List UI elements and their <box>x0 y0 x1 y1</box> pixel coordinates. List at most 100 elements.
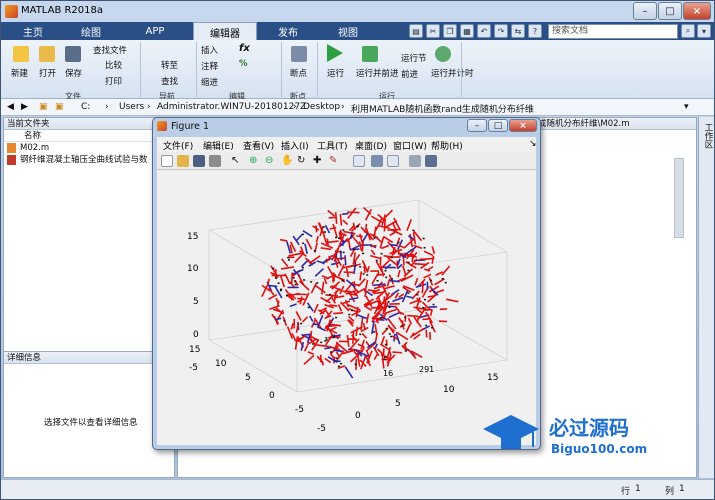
show-plot-tools-icon[interactable] <box>425 155 437 167</box>
zoom-out-icon[interactable]: ⊖ <box>265 155 277 167</box>
zoom-in-icon[interactable]: ⊕ <box>249 155 261 167</box>
select-arrow-icon[interactable]: ↖ <box>231 155 243 167</box>
find-files-button[interactable]: 查找文件 <box>93 44 127 56</box>
list-item[interactable]: M02.m <box>4 142 174 154</box>
redo-quick-icon[interactable]: ↷ <box>494 24 508 38</box>
fiber-segment <box>322 234 328 245</box>
menu-help[interactable]: 帮助(H) <box>431 139 463 152</box>
list-item[interactable]: 钢纤维混凝土轴压全曲线试验与数 <box>4 154 174 166</box>
copy-quick-icon[interactable]: ❐ <box>443 24 457 38</box>
menu-edit[interactable]: 编辑(E) <box>203 139 234 152</box>
print-button[interactable]: 打印 <box>105 75 122 87</box>
fiber-segment <box>397 258 401 266</box>
browse-folder-icon[interactable]: ▣ <box>55 102 64 112</box>
switch-window-icon[interactable]: ⇆ <box>511 24 525 38</box>
fiber-label-mark <box>388 306 391 308</box>
fiber-segment <box>407 314 418 318</box>
save-figure-icon[interactable] <box>193 155 205 167</box>
brush-icon[interactable]: ✎ <box>329 155 341 167</box>
tab-plots[interactable]: 绘图 <box>67 22 115 40</box>
hide-plot-tools-icon[interactable] <box>409 155 421 167</box>
y-tick-label: 15 <box>189 345 200 355</box>
matlab-logo-icon <box>5 5 18 18</box>
tab-view[interactable]: 视图 <box>323 22 373 40</box>
run-button[interactable]: 运行 <box>327 67 344 79</box>
indent-button[interactable]: 缩进 <box>201 76 218 88</box>
tab-publish[interactable]: 发布 <box>263 22 313 40</box>
percent-comment-icon[interactable]: % <box>239 59 248 69</box>
menu-dock-icon[interactable]: ↘ <box>529 139 537 149</box>
breakpoints-button[interactable]: 断点 <box>290 67 307 79</box>
comment-button[interactable]: 注释 <box>201 60 218 72</box>
open-button[interactable]: 打开 <box>39 67 56 79</box>
advance-button[interactable]: 前进 <box>401 68 418 80</box>
figure-maximize-button[interactable]: □ <box>488 119 508 132</box>
rotate-3d-icon[interactable]: ↻ <box>297 155 309 167</box>
workspace-label[interactable]: 工作区 <box>702 123 714 149</box>
menu-window[interactable]: 窗口(W) <box>393 139 427 152</box>
editor-scrollbar[interactable] <box>674 158 684 238</box>
breadcrumb-part[interactable]: C: <box>81 102 90 112</box>
paste-quick-icon[interactable]: ▦ <box>460 24 474 38</box>
save-quick-icon[interactable]: ▤ <box>409 24 423 38</box>
x-tick-label: 10 <box>443 385 455 395</box>
cut-quick-icon[interactable]: ✂ <box>426 24 440 38</box>
run-section-button[interactable]: 运行节 <box>401 52 427 64</box>
link-plot-icon[interactable] <box>353 155 365 167</box>
figure-minimize-button[interactable]: – <box>467 119 487 132</box>
name-column-header[interactable]: 名称 <box>4 130 174 142</box>
fiber-label-mark <box>301 233 304 236</box>
figure-close-button[interactable]: × <box>509 119 537 132</box>
menu-insert[interactable]: 插入(I) <box>281 139 309 152</box>
back-arrow-icon[interactable]: ◀ <box>7 102 14 112</box>
find-button[interactable]: 查找 <box>161 75 178 87</box>
function-fx-icon[interactable]: fx <box>239 43 250 54</box>
fiber-label-mark <box>292 277 295 279</box>
compare-button[interactable]: 比较 <box>105 59 122 71</box>
help-quick-icon[interactable]: ? <box>528 24 542 38</box>
breadcrumb-part[interactable]: 利用MATLAB随机函数rand生成随机分布纤维 <box>351 102 534 115</box>
goto-button[interactable]: 转至 <box>161 59 178 71</box>
new-button[interactable]: 新建 <box>11 67 28 79</box>
tab-home[interactable]: 主页 <box>9 22 57 40</box>
data-cursor-icon[interactable]: ✚ <box>313 155 325 167</box>
insert-button[interactable]: 插入 <box>201 44 218 56</box>
legend-icon[interactable] <box>387 155 399 167</box>
address-dropdown-icon[interactable]: ▾ <box>684 102 689 112</box>
tab-apps[interactable]: APP <box>129 22 181 40</box>
new-figure-icon[interactable] <box>161 155 173 167</box>
breadcrumb-part[interactable]: Administrator.WIN7U-20180127Z <box>157 102 306 112</box>
menu-view[interactable]: 查看(V) <box>243 139 274 152</box>
fiber-segment <box>274 286 283 299</box>
fiber-label-mark <box>283 319 286 322</box>
print-figure-icon[interactable] <box>209 155 221 167</box>
minimize-button[interactable]: – <box>633 2 657 20</box>
save-button[interactable]: 保存 <box>65 67 82 79</box>
menu-desktop[interactable]: 桌面(D) <box>355 139 387 152</box>
run-and-time-button[interactable]: 运行并计时 <box>431 67 474 79</box>
up-folder-icon[interactable]: ▣ <box>39 102 48 112</box>
forward-arrow-icon[interactable]: ▶ <box>21 102 28 112</box>
breadcrumb-part[interactable]: Desktop <box>303 102 340 112</box>
fiber-segment <box>290 272 294 284</box>
menu-tools[interactable]: 工具(T) <box>317 139 348 152</box>
search-documentation-input[interactable]: 搜索文档 <box>548 24 678 39</box>
fiber-segment <box>301 316 309 323</box>
undo-quick-icon[interactable]: ↶ <box>477 24 491 38</box>
maximize-button[interactable]: □ <box>658 2 682 20</box>
figure-canvas[interactable]: 15 10 5 0 -5 -5 0 5 10 15 15 10 5 0 -5 2… <box>157 170 536 445</box>
breadcrumb-part[interactable]: Users <box>119 102 144 112</box>
menu-file[interactable]: 文件(F) <box>163 139 193 152</box>
figure-window[interactable]: Figure 1 – □ × 文件(F) 编辑(E) 查看(V) 插入(I) 工… <box>152 117 541 450</box>
tab-editor[interactable]: 编辑器 <box>193 22 257 41</box>
expand-ribbon-icon[interactable]: ▾ <box>697 24 711 38</box>
fiber-label-mark <box>375 259 378 262</box>
open-file-icon[interactable] <box>177 155 189 167</box>
fiber-label-mark <box>272 267 275 270</box>
colorbar-icon[interactable] <box>371 155 383 167</box>
pan-hand-icon[interactable]: ✋ <box>281 155 293 167</box>
search-icon[interactable]: ⌕ <box>681 24 695 38</box>
close-button[interactable]: × <box>683 2 711 20</box>
run-and-advance-button[interactable]: 运行并前进 <box>356 67 399 79</box>
fiber-3d-plot[interactable]: 15 10 5 0 -5 -5 0 5 10 15 15 10 5 0 -5 2… <box>157 170 536 445</box>
